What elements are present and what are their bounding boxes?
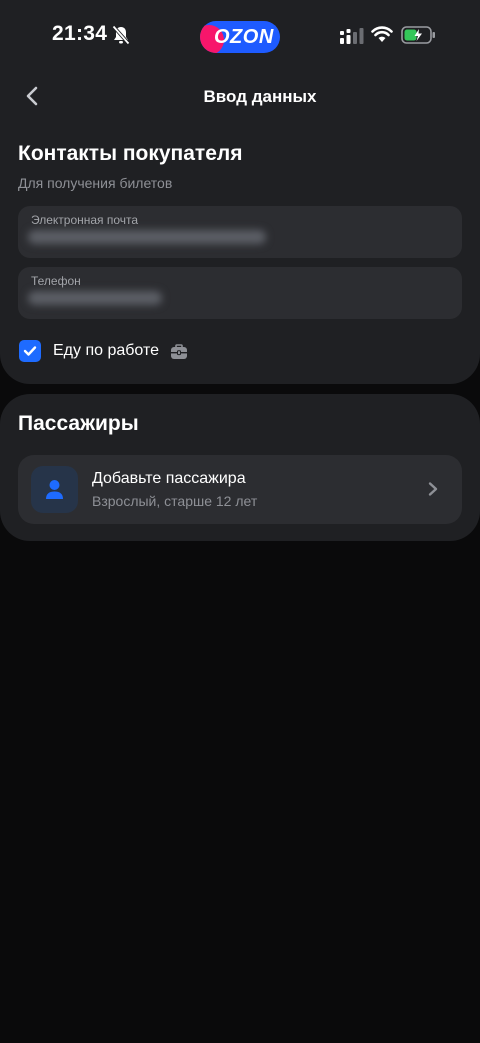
contacts-section-subtitle: Для получения билетов xyxy=(18,175,173,191)
page-title: Ввод данных xyxy=(203,87,317,106)
battery-charging-icon xyxy=(401,26,435,44)
add-passenger-subtitle: Взрослый, старше 12 лет xyxy=(92,493,258,509)
checkmark-icon xyxy=(23,346,37,356)
phone-field-label: Телефон xyxy=(31,274,81,288)
status-time: 21:34 xyxy=(52,22,108,45)
email-field[interactable]: Электронная почта xyxy=(18,206,462,258)
passenger-avatar xyxy=(31,466,78,513)
logo-text: OZON xyxy=(214,26,274,48)
business-trip-checkbox[interactable] xyxy=(19,340,41,362)
bell-slash-icon xyxy=(112,25,130,45)
contacts-card: 21:34 OZON Ввод данных Контакты покупате… xyxy=(0,0,480,384)
passengers-card: Пассажиры Добавьте пассажира Взрослый, с… xyxy=(0,394,480,541)
status-bar: 21:34 OZON xyxy=(0,0,480,70)
ozon-logo: OZON xyxy=(200,21,280,53)
add-passenger-title: Добавьте пассажира xyxy=(92,470,246,487)
add-passenger-button[interactable]: Добавьте пассажира Взрослый, старше 12 л… xyxy=(18,455,462,524)
chevron-right-icon xyxy=(428,482,438,496)
passengers-section-title: Пассажиры xyxy=(18,412,139,435)
phone-field[interactable]: Телефон xyxy=(18,267,462,319)
wifi-icon xyxy=(371,26,393,42)
nav-header: Ввод данных xyxy=(0,70,480,124)
business-trip-checkbox-row[interactable]: Еду по работе xyxy=(19,339,219,365)
email-field-label: Электронная почта xyxy=(31,213,139,227)
signal-icon xyxy=(340,28,364,44)
phone-field-value-redacted xyxy=(28,291,162,305)
email-field-value-redacted xyxy=(28,230,266,244)
briefcase-icon xyxy=(171,344,187,359)
person-icon xyxy=(46,480,63,499)
business-trip-label: Еду по работе xyxy=(53,342,160,359)
contacts-section-title: Контакты покупателя xyxy=(18,142,243,165)
